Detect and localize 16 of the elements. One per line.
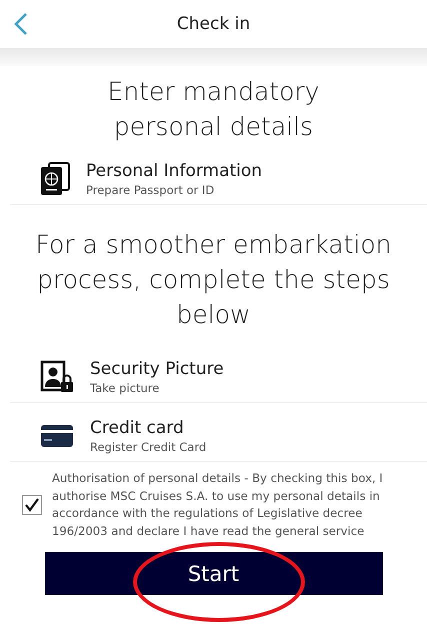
portrait-lock-icon	[40, 360, 74, 394]
section-heading: Enter mandatory personal details	[106, 76, 320, 143]
step-title[interactable]: Credit card	[90, 417, 206, 439]
section-heading: For a smoother embarkation process, complete the steps below	[34, 229, 392, 331]
step-subtitle: Take picture	[90, 380, 160, 396]
start-button[interactable]: Start	[44, 552, 382, 595]
step-subtitle: Register Credit Card	[90, 439, 206, 455]
credit-card-icon	[40, 424, 74, 448]
consent-text: Authorisation of personal details - By checking this box, I authorise MSC Cruises S.A. to use my personal details in accordance with the regulations of Legislative decree 196/2003 and declare I have read the general service	[52, 470, 384, 540]
step-title[interactable]: Security Picture	[90, 358, 224, 380]
step-subtitle: Prepare Passport or ID	[86, 182, 216, 198]
passport-icon	[40, 162, 70, 196]
consent-checkbox[interactable]	[22, 495, 42, 515]
step-title[interactable]: Personal Information	[86, 160, 262, 182]
back-icon[interactable]	[12, 12, 30, 36]
screen-title: Check in	[176, 14, 250, 34]
